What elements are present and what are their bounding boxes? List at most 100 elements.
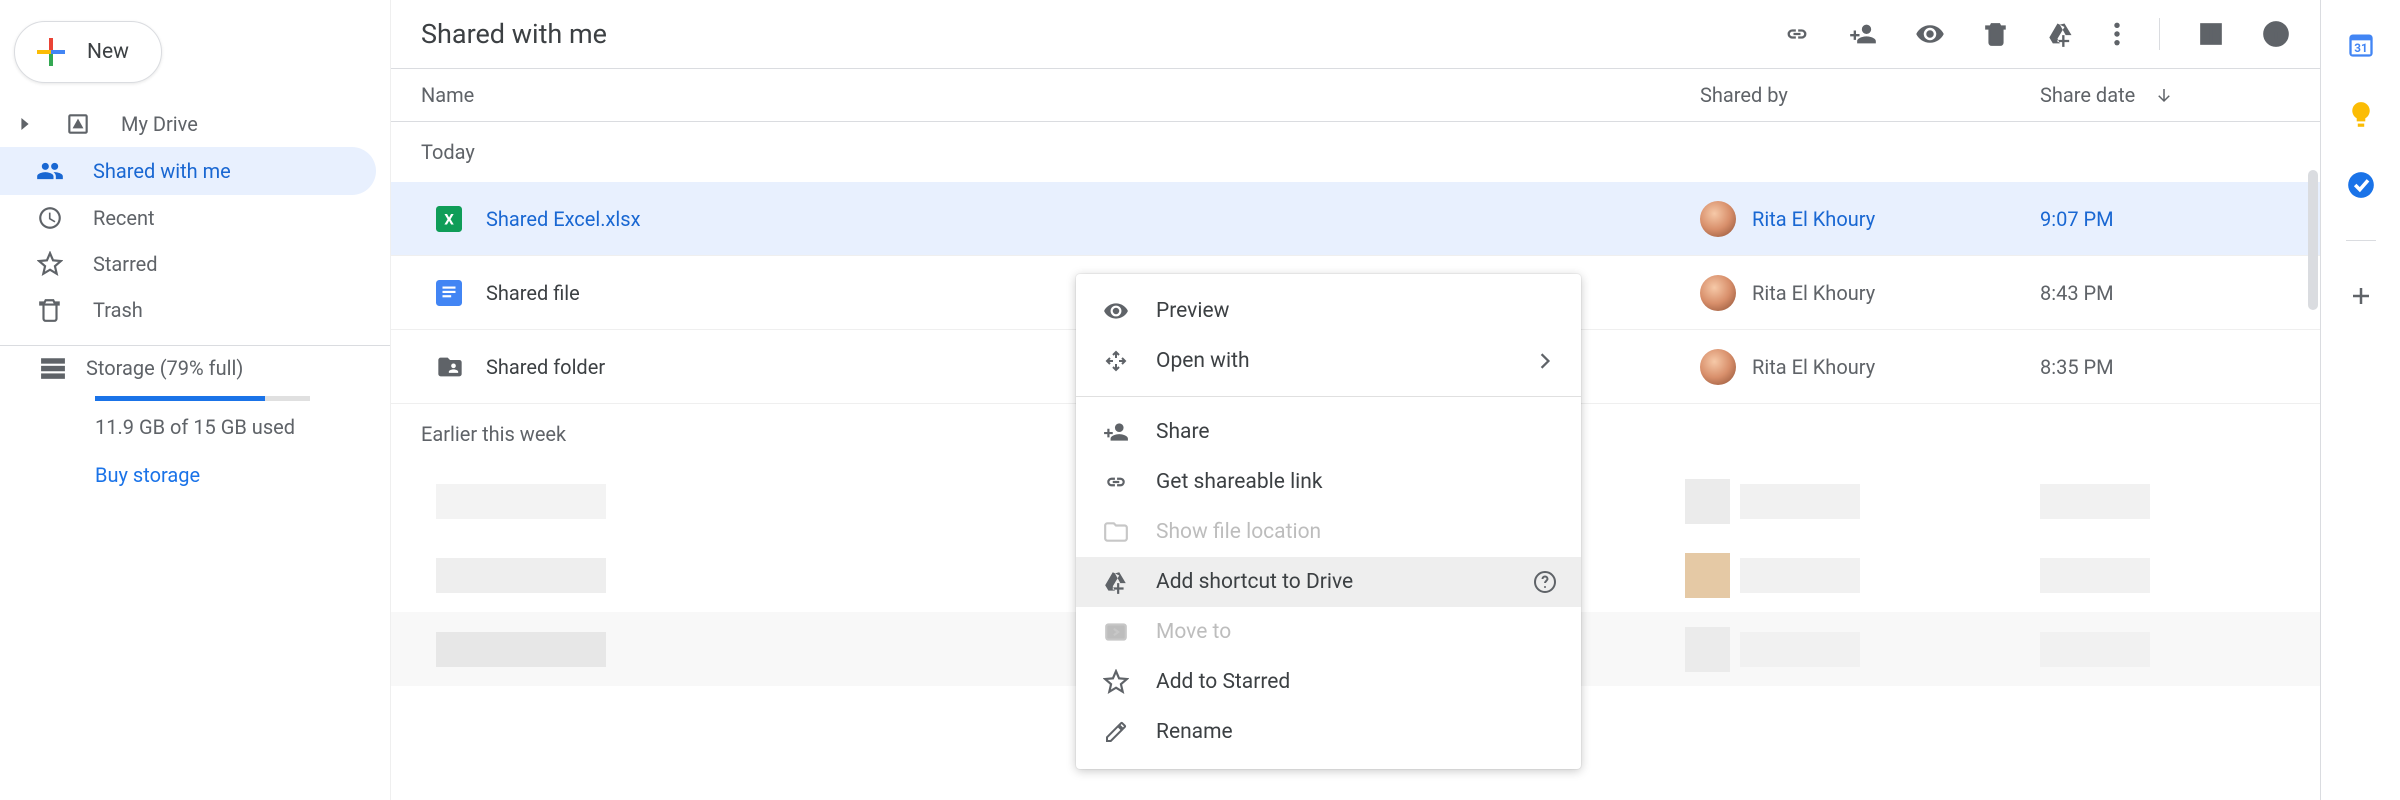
sidebar-item-recent[interactable]: Recent — [0, 195, 376, 241]
share-date: 9:07 PM — [2040, 207, 2320, 231]
page-title: Shared with me — [421, 18, 607, 50]
column-headers: Name Shared by Share date — [391, 69, 2320, 122]
navigation-sidebar: New My Drive Shared with me Recent — [0, 0, 390, 800]
add-icon[interactable] — [2346, 281, 2376, 311]
link-icon[interactable] — [1783, 20, 1811, 48]
add-to-drive-icon[interactable] — [2047, 20, 2075, 48]
svg-text:31: 31 — [2354, 41, 2367, 55]
menu-label: Preview — [1156, 299, 1559, 323]
delete-icon[interactable] — [1983, 21, 2009, 47]
storage-label: Storage (79% full) — [86, 356, 243, 380]
title-bar: Shared with me — [391, 0, 2320, 69]
tasks-icon[interactable] — [2346, 170, 2376, 200]
link-icon — [1102, 469, 1130, 495]
menu-label: Show file location — [1156, 520, 1559, 544]
column-header-name[interactable]: Name — [421, 83, 1700, 107]
menu-label: Get shareable link — [1156, 470, 1559, 494]
more-icon[interactable] — [2113, 21, 2121, 47]
menu-separator — [1076, 396, 1581, 397]
trash-icon — [35, 297, 65, 323]
storage-header[interactable]: Storage (79% full) — [40, 356, 370, 390]
avatar — [1700, 349, 1736, 385]
menu-item-preview[interactable]: Preview — [1076, 286, 1581, 336]
avatar — [1700, 275, 1736, 311]
avatar — [1700, 201, 1736, 237]
sidebar-item-label: My Drive — [121, 112, 198, 136]
caret-right-icon — [15, 118, 35, 130]
share-date: 8:35 PM — [2040, 355, 2320, 379]
person-add-icon[interactable] — [1849, 20, 1877, 48]
move-to-icon — [1102, 619, 1130, 645]
star-icon — [1102, 669, 1130, 695]
sidebar-item-my-drive[interactable]: My Drive — [0, 101, 376, 147]
file-name: Shared Excel.xlsx — [486, 207, 1700, 231]
eye-icon — [1102, 298, 1130, 324]
menu-item-add-shortcut[interactable]: Add shortcut to Drive — [1076, 557, 1581, 607]
clock-icon — [35, 205, 65, 231]
context-menu: Preview Open with Share Get shareable li… — [1076, 274, 1581, 769]
share-date: 8:43 PM — [2040, 281, 2320, 305]
people-icon — [35, 157, 65, 185]
sidebar-item-trash[interactable]: Trash — [0, 287, 376, 333]
menu-item-add-to-starred[interactable]: Add to Starred — [1076, 657, 1581, 707]
menu-label: Rename — [1156, 720, 1559, 744]
scrollbar-thumb[interactable] — [2308, 170, 2318, 310]
buy-storage-link[interactable]: Buy storage — [40, 463, 370, 487]
docs-icon — [436, 280, 486, 306]
storage-icon — [40, 357, 66, 379]
sidebar-item-label: Starred — [93, 252, 158, 276]
star-icon — [35, 251, 65, 277]
drive-icon — [63, 111, 93, 137]
menu-item-share[interactable]: Share — [1076, 407, 1581, 457]
sidebar-item-label: Recent — [93, 206, 155, 230]
plus-icon — [33, 34, 69, 70]
folder-icon — [1102, 519, 1130, 545]
storage-progress-bar — [95, 396, 310, 401]
arrow-down-icon — [2155, 86, 2173, 104]
keep-icon[interactable] — [2346, 100, 2376, 130]
shared-by: Rita El Khoury — [1752, 207, 1875, 231]
sidebar-item-starred[interactable]: Starred — [0, 241, 376, 287]
menu-item-move-to: Move to — [1076, 607, 1581, 657]
storage-section: Storage (79% full) 11.9 GB of 15 GB used… — [0, 345, 390, 487]
storage-detail: 11.9 GB of 15 GB used — [40, 415, 370, 463]
menu-label: Share — [1156, 420, 1559, 444]
menu-item-get-link[interactable]: Get shareable link — [1076, 457, 1581, 507]
main-panel: Shared with me — [390, 0, 2320, 800]
sidebar-item-shared-with-me[interactable]: Shared with me — [0, 147, 376, 195]
file-row[interactable]: X Shared Excel.xlsx Rita El Khoury 9:07 … — [391, 182, 2320, 256]
menu-item-rename[interactable]: Rename — [1076, 707, 1581, 757]
grid-view-icon[interactable] — [2198, 21, 2224, 47]
person-add-icon — [1102, 419, 1130, 445]
open-with-icon — [1102, 349, 1130, 373]
menu-label: Add to Starred — [1156, 670, 1559, 694]
menu-item-show-location: Show file location — [1076, 507, 1581, 557]
new-button-label: New — [87, 40, 129, 64]
side-panel-separator — [2346, 240, 2376, 241]
shared-by: Rita El Khoury — [1752, 355, 1875, 379]
folder-shared-icon — [436, 353, 486, 381]
column-header-share-date[interactable]: Share date — [2040, 83, 2320, 107]
menu-label: Move to — [1156, 620, 1559, 644]
new-button[interactable]: New — [14, 21, 162, 83]
info-icon[interactable] — [2262, 20, 2290, 48]
add-to-drive-icon — [1102, 569, 1130, 595]
menu-label: Add shortcut to Drive — [1156, 570, 1505, 594]
sidebar-item-label: Trash — [93, 298, 143, 322]
eye-icon[interactable] — [1915, 19, 1945, 49]
share-date-label: Share date — [2040, 83, 2135, 107]
pencil-icon — [1102, 720, 1130, 744]
sidebar-item-label: Shared with me — [93, 159, 231, 183]
column-header-shared-by[interactable]: Shared by — [1700, 83, 2040, 107]
menu-label: Open with — [1156, 349, 1505, 373]
help-icon[interactable] — [1531, 570, 1559, 594]
chevron-right-icon — [1531, 353, 1559, 369]
toolbar-divider — [2159, 18, 2160, 50]
calendar-icon[interactable]: 31 — [2346, 30, 2376, 60]
menu-item-open-with[interactable]: Open with — [1076, 336, 1581, 386]
section-today: Today — [391, 122, 2320, 182]
excel-icon: X — [436, 206, 486, 232]
action-toolbar — [1783, 18, 2290, 50]
svg-text:X: X — [444, 210, 454, 228]
side-panel: 31 — [2320, 0, 2400, 800]
